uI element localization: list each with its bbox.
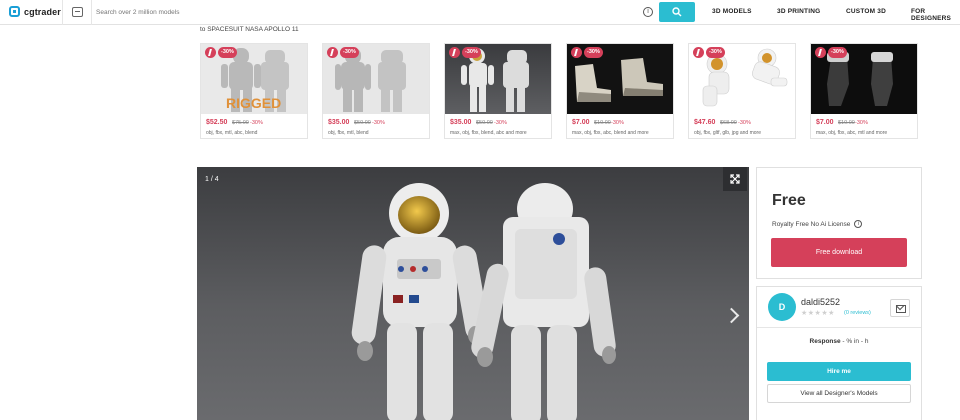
response-value: - % in - h xyxy=(840,338,869,345)
model-thumbnail xyxy=(445,44,551,114)
fullscreen-button[interactable] xyxy=(723,167,747,191)
response-rate: Response - % in - h xyxy=(757,338,921,345)
breadcrumb[interactable]: to SPACESUIT NASA APOLLO 11 xyxy=(200,26,299,33)
discount-badge: -30% xyxy=(828,47,847,58)
divider xyxy=(757,327,921,328)
old-price: $68.00 xyxy=(720,120,737,126)
related-model-card[interactable]: -30% $35.00 $50.00 -30% max, obj, fbx, b… xyxy=(444,43,552,139)
divider xyxy=(62,0,63,25)
old-price: $50.00 xyxy=(476,120,493,126)
old-price: $10.00 xyxy=(838,120,855,126)
license-info: Royalty Free No Ai License i xyxy=(772,220,863,228)
formats: obj, fbx, gltf, glb, jpg and more xyxy=(694,130,761,136)
old-price: $10.00 xyxy=(594,120,611,126)
model-thumbnail xyxy=(567,44,673,114)
model-thumbnail xyxy=(323,44,429,114)
nav-custom-3d[interactable]: CUSTOM 3D xyxy=(846,8,886,15)
model-preview-viewer[interactable]: 1 / 4 xyxy=(197,167,749,420)
designer-name[interactable]: daldi5252 xyxy=(801,297,840,307)
search-input[interactable] xyxy=(96,5,626,20)
formats: max, obj, fbx, abc, mtl and more xyxy=(816,130,888,136)
price: $35.00 xyxy=(328,119,350,126)
top-navigation-bar: cgtrader i 3D MODELS 3D PRINTING CUSTOM … xyxy=(0,0,960,25)
expand-icon xyxy=(730,174,740,184)
old-price: $50.00 xyxy=(354,120,371,126)
discount-badge: -30% xyxy=(340,47,359,58)
formats: obj, fbx, mtl, blend xyxy=(328,130,369,136)
discount-badge: -30% xyxy=(706,47,725,58)
image-search-icon[interactable] xyxy=(72,7,83,17)
rating-stars-icon: ★★★★★ xyxy=(801,310,835,317)
price: $47.60 xyxy=(694,119,716,126)
free-download-button[interactable]: Free download xyxy=(771,238,907,267)
flash-sale-icon xyxy=(449,47,460,58)
view-all-models-button[interactable]: View all Designer's Models xyxy=(767,384,911,403)
price: $7.00 xyxy=(572,119,590,126)
nav-3d-models[interactable]: 3D MODELS xyxy=(712,8,752,15)
designer-panel: D daldi5252 ★★★★★ (0 reviews) Response -… xyxy=(756,286,922,420)
related-model-card[interactable]: -30% $7.00 $10.00 -30% max, obj, fbx, ab… xyxy=(566,43,674,139)
reviews-link[interactable]: (0 reviews) xyxy=(844,310,871,316)
discount: -30% xyxy=(738,120,751,126)
flash-sale-icon xyxy=(815,47,826,58)
formats: max, obj, fbx, blend, abc and more xyxy=(450,130,527,136)
info-icon[interactable]: i xyxy=(854,220,863,228)
nav-3d-printing[interactable]: 3D PRINTING xyxy=(777,8,820,15)
nav-for-designers[interactable]: FOR DESIGNERS xyxy=(911,8,960,22)
model-thumbnail xyxy=(811,44,917,114)
flash-sale-icon xyxy=(205,47,216,58)
help-icon[interactable]: i xyxy=(643,7,653,17)
rigged-overlay: RIGGED xyxy=(226,95,281,111)
discount-badge: -30% xyxy=(462,47,481,58)
discount: -30% xyxy=(372,120,385,126)
related-model-card[interactable]: -30% $7.00 $10.00 -30% max, obj, fbx, ab… xyxy=(810,43,918,139)
price: $7.00 xyxy=(816,119,834,126)
logo-icon xyxy=(9,6,20,17)
discount: -30% xyxy=(250,120,263,126)
search-icon xyxy=(672,7,682,17)
message-designer-button[interactable] xyxy=(890,299,910,317)
response-label: Response xyxy=(809,338,841,345)
spacesuit-preview-image xyxy=(351,183,616,420)
flash-sale-icon xyxy=(693,47,704,58)
discount: -30% xyxy=(855,120,868,126)
formats: max, obj, fbx, abc, blend and more xyxy=(572,130,649,136)
license-text[interactable]: Royalty Free No Ai License xyxy=(772,221,850,228)
model-thumbnail: RIGGED xyxy=(201,44,307,114)
discount: -30% xyxy=(611,120,624,126)
related-model-card[interactable]: RIGGED -30% $52.50 $75.00 -30% obj, fbx,… xyxy=(200,43,308,139)
hire-me-button[interactable]: Hire me xyxy=(767,362,911,381)
old-price: $75.00 xyxy=(232,120,249,126)
price: $35.00 xyxy=(450,119,472,126)
price: $52.50 xyxy=(206,119,228,126)
logo-text: cgtrader xyxy=(24,6,61,17)
related-model-card[interactable]: -30% $47.60 $68.00 -30% obj, fbx, gltf, … xyxy=(688,43,796,139)
image-counter: 1 / 4 xyxy=(205,176,219,183)
discount: -30% xyxy=(494,120,507,126)
related-model-card[interactable]: -30% $35.00 $50.00 -30% obj, fbx, mtl, b… xyxy=(322,43,430,139)
flash-sale-icon xyxy=(327,47,338,58)
purchase-panel: Free Royalty Free No Ai License i Free d… xyxy=(756,167,922,279)
flash-sale-icon xyxy=(571,47,582,58)
search-button[interactable] xyxy=(659,2,695,22)
price-label: Free xyxy=(772,192,806,209)
cgtrader-logo[interactable]: cgtrader xyxy=(9,6,61,17)
model-thumbnail xyxy=(689,44,795,114)
divider xyxy=(91,0,92,25)
discount-badge: -30% xyxy=(584,47,603,58)
formats: obj, fbx, mtl, abc, blend xyxy=(206,130,258,136)
discount-badge: -30% xyxy=(218,47,237,58)
designer-avatar[interactable]: D xyxy=(768,293,796,321)
